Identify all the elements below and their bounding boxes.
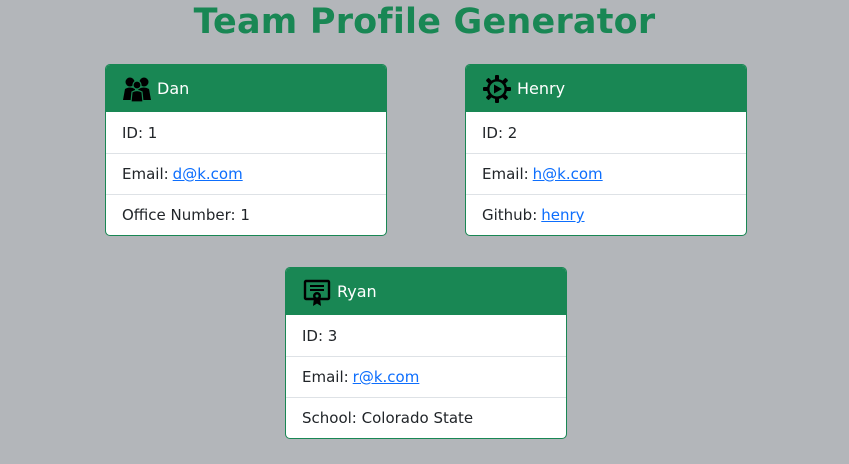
- id-text: ID: 1: [122, 123, 158, 142]
- school-text: School: Colorado State: [302, 409, 474, 427]
- card-name: Dan: [157, 79, 190, 98]
- list-item-email: Email: h@k.com: [466, 153, 746, 194]
- list-item-school: School: Colorado State: [286, 397, 566, 438]
- engineer-gear-icon: [482, 74, 512, 104]
- employee-card-dan: Dan ID: 1 Email: d@k.com Office Number: …: [105, 64, 387, 236]
- list-item-email: Email: r@k.com: [286, 356, 566, 397]
- id-text: ID: 3: [302, 326, 338, 345]
- manager-people-icon: [122, 74, 152, 104]
- github-label: Github:: [482, 206, 538, 224]
- email-label: Email:: [482, 165, 529, 183]
- email-link[interactable]: r@k.com: [353, 368, 420, 386]
- github-link[interactable]: henry: [541, 206, 584, 224]
- email-link[interactable]: d@k.com: [173, 165, 243, 183]
- list-item-email: Email: d@k.com: [106, 153, 386, 194]
- employee-card-henry: Henry ID: 2 Email: h@k.com Github: henry: [465, 64, 747, 236]
- card-header: Henry: [466, 65, 746, 112]
- office-number-text: Office Number: 1: [122, 206, 250, 224]
- id-text: ID: 2: [482, 123, 518, 142]
- card-header: Dan: [106, 65, 386, 112]
- list-item-id: ID: 3: [286, 315, 566, 356]
- employee-card-ryan: Ryan ID: 3 Email: r@k.com School: Colora…: [285, 267, 567, 439]
- email-label: Email:: [302, 368, 349, 386]
- list-item-id: ID: 2: [466, 112, 746, 153]
- card-header: Ryan: [286, 268, 566, 315]
- page-title: Team Profile Generator: [193, 2, 656, 42]
- intern-certificate-icon: [302, 277, 332, 307]
- email-link[interactable]: h@k.com: [533, 165, 603, 183]
- email-label: Email:: [122, 165, 169, 183]
- list-item-id: ID: 1: [106, 112, 386, 153]
- list-item-github: Github: henry: [466, 194, 746, 235]
- card-name: Henry: [517, 79, 566, 98]
- card-name: Ryan: [337, 282, 377, 301]
- list-item-office: Office Number: 1: [106, 194, 386, 235]
